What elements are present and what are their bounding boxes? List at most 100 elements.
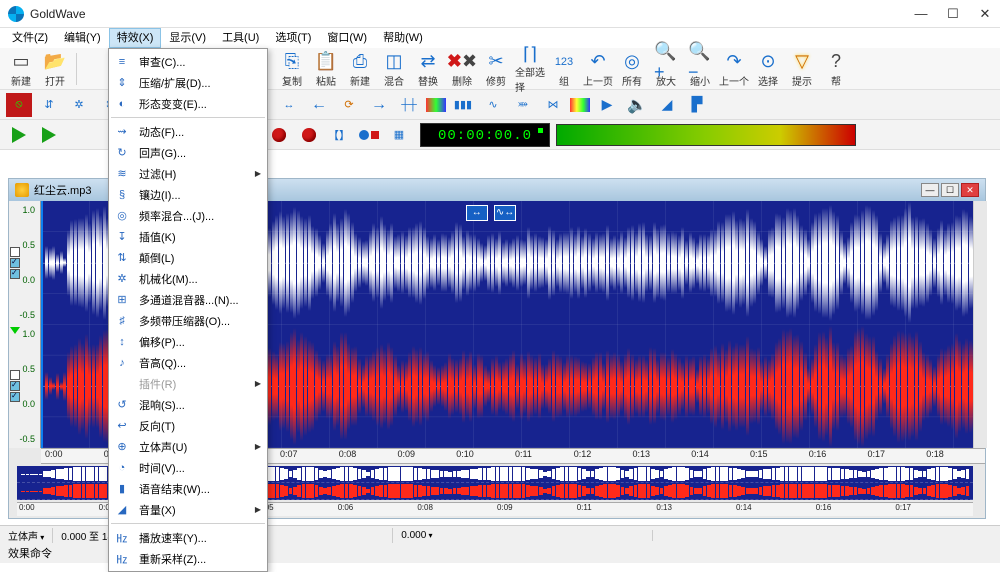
fx-item-Z[interactable]: ㎐重新采样(Z)...	[109, 548, 267, 569]
fx-item-H[interactable]: ≋过滤(H)▶	[109, 163, 267, 184]
fx-star-icon[interactable]: ✲	[66, 93, 92, 117]
fx-item-S[interactable]: ↺混响(S)...	[109, 394, 267, 415]
fx-item-icon: ≋	[113, 166, 131, 182]
submenu-arrow-icon: ▶	[255, 505, 261, 514]
sel-start-marker2-icon[interactable]	[10, 327, 20, 334]
marker-set-button[interactable]: 【】	[326, 123, 352, 147]
fx-speaker-icon[interactable]: 🔈	[624, 93, 650, 117]
fx-right-icon[interactable]: →	[366, 93, 392, 117]
fx-item-icon: ⇕	[113, 75, 131, 91]
fx-item-Y[interactable]: ㎐播放速率(Y)...	[109, 527, 267, 548]
fx-item-D[interactable]: ⇕压缩/扩展(D)...	[109, 72, 267, 93]
fx-item-W[interactable]: ▮语音结束(W)...	[109, 478, 267, 499]
fx-item-U[interactable]: ⊕立体声(U)▶	[109, 436, 267, 457]
fx-item-L[interactable]: ⇅颠倒(L)	[109, 247, 267, 268]
window-button[interactable]: ▦	[386, 123, 412, 147]
tb-trim[interactable]: ✂修剪	[481, 50, 511, 88]
menu-1[interactable]: 编辑(Y)	[56, 28, 109, 48]
tb-zoomout[interactable]: 🔍−缩小	[685, 50, 715, 88]
menu-4[interactable]: 工具(U)	[214, 28, 267, 48]
record2-button[interactable]	[296, 123, 322, 147]
fx-item-E[interactable]: ◐形态变变(E)...	[109, 93, 267, 114]
channel-toggle-right[interactable]	[10, 370, 20, 402]
file-icon	[15, 183, 29, 197]
fx-item-G[interactable]: ↻回声(G)...	[109, 142, 267, 163]
menu-6[interactable]: 窗口(W)	[319, 28, 375, 48]
fx-rev-icon[interactable]: ↔	[276, 93, 302, 117]
menu-3[interactable]: 显示(V)	[161, 28, 214, 48]
tb-delete[interactable]: ✖删除	[447, 50, 477, 88]
menu-5[interactable]: 选项(T)	[267, 28, 319, 48]
fx-sine-icon[interactable]: ∿	[480, 93, 506, 117]
fx-item-P[interactable]: ↕偏移(P)...	[109, 331, 267, 352]
group-icon: 123	[552, 50, 576, 74]
tb-replace[interactable]: ⇄替换	[413, 50, 443, 88]
tb-pnew[interactable]: ⎙新建	[345, 50, 375, 88]
fx-item-C[interactable]: ≡审查(C)...	[109, 51, 267, 72]
play-sel-button[interactable]	[36, 123, 62, 147]
titlebar: GoldWave — ☐ ✕	[0, 0, 1000, 28]
menu-0[interactable]: 文件(Z)	[4, 28, 56, 48]
fx-arrows-icon[interactable]: ⇵	[36, 93, 62, 117]
tb-viewall[interactable]: ◎所有	[617, 50, 647, 88]
status-pos[interactable]: 0.000	[393, 530, 653, 541]
fx-play-icon[interactable]: ▶	[594, 93, 620, 117]
fx-spectrum1-icon[interactable]	[426, 98, 446, 112]
tb-group[interactable]: 123组	[549, 50, 579, 88]
fx-item-V[interactable]: ◔时间(V)...	[109, 457, 267, 478]
tb-open[interactable]: 📂打开	[40, 50, 70, 88]
fx-item-I[interactable]: §镶边(I)...	[109, 184, 267, 205]
fx-flag-icon[interactable]: ▛	[684, 93, 710, 117]
fx-bars-icon[interactable]: ▮▮▮	[450, 93, 476, 117]
app-logo-icon	[8, 6, 24, 22]
fx-band-icon[interactable]: ⋈	[540, 93, 566, 117]
menu-7[interactable]: 帮助(W)	[375, 28, 431, 48]
tb-copy[interactable]: ⎘复制	[277, 50, 307, 88]
fx-stop-icon[interactable]: ⦸	[6, 93, 32, 117]
fx-item-Q[interactable]: ♪音高(Q)...	[109, 352, 267, 373]
fx-item-X[interactable]: ◢音量(X)▶	[109, 499, 267, 520]
fx-item-icon: ✲	[113, 271, 131, 287]
fx-item-icon: ♯	[113, 313, 131, 329]
minimize-button[interactable]: —	[914, 7, 928, 21]
channel-toggle-left[interactable]	[10, 247, 20, 279]
loop-toggle-button[interactable]	[356, 123, 382, 147]
fx-eq-icon[interactable]: ┼┼	[396, 93, 422, 117]
tb-sel[interactable]: ⊙选择	[753, 50, 783, 88]
tb-prev[interactable]: ↶上一页	[583, 50, 613, 88]
tb-mix[interactable]: ◫混合	[379, 50, 409, 88]
doc-minimize-button[interactable]: —	[921, 183, 939, 197]
close-button[interactable]: ✕	[978, 7, 992, 21]
maximize-button[interactable]: ☐	[946, 7, 960, 21]
doc-scrollbar-v[interactable]	[973, 201, 987, 448]
fx-item-icon: ◎	[113, 208, 131, 224]
zoomin-icon: 🔍+	[654, 50, 678, 74]
selall-icon: ⌈⌉	[518, 44, 542, 65]
fx-item-J[interactable]: ◎频率混合...(J)...	[109, 205, 267, 226]
fx-item-O[interactable]: ♯多频带压缩器(O)...	[109, 310, 267, 331]
fx-loop-icon[interactable]: ⟳	[336, 93, 362, 117]
doc-maximize-button[interactable]: ☐	[941, 183, 959, 197]
doc-close-button[interactable]: ✕	[961, 183, 979, 197]
tb-pup[interactable]: ↷上一个	[719, 50, 749, 88]
play-button[interactable]	[6, 123, 32, 147]
fx-mute-icon[interactable]: ◢	[654, 93, 680, 117]
fx-item-N[interactable]: ⊞多通道混音器...(N)...	[109, 289, 267, 310]
tb-zoomin[interactable]: 🔍+放大	[651, 50, 681, 88]
fx-left-icon[interactable]: ←	[306, 93, 332, 117]
fx-item-T[interactable]: ↩反向(T)	[109, 415, 267, 436]
tb-help[interactable]: ?帮	[821, 50, 851, 88]
menu-2[interactable]: 特效(X)	[109, 28, 162, 48]
fx-item-M[interactable]: ✲机械化(M)...	[109, 268, 267, 289]
tb-new[interactable]: ▭新建	[6, 50, 36, 88]
status-stereo[interactable]: 立体声	[0, 528, 53, 543]
fx-item-F[interactable]: ⇝动态(F)...	[109, 121, 267, 142]
tb-paste[interactable]: 📋粘贴	[311, 50, 341, 88]
fx-item-K[interactable]: ↧插值(K)	[109, 226, 267, 247]
fx-item-icon: ▮	[113, 481, 131, 497]
fx-spectrum2-icon[interactable]	[570, 98, 590, 112]
tb-selall[interactable]: ⌈⌉全部选择	[515, 50, 545, 88]
fx-pinch-icon[interactable]: ⤘	[510, 93, 536, 117]
tb-hint[interactable]: ▽提示	[787, 50, 817, 88]
record-button[interactable]	[266, 123, 292, 147]
